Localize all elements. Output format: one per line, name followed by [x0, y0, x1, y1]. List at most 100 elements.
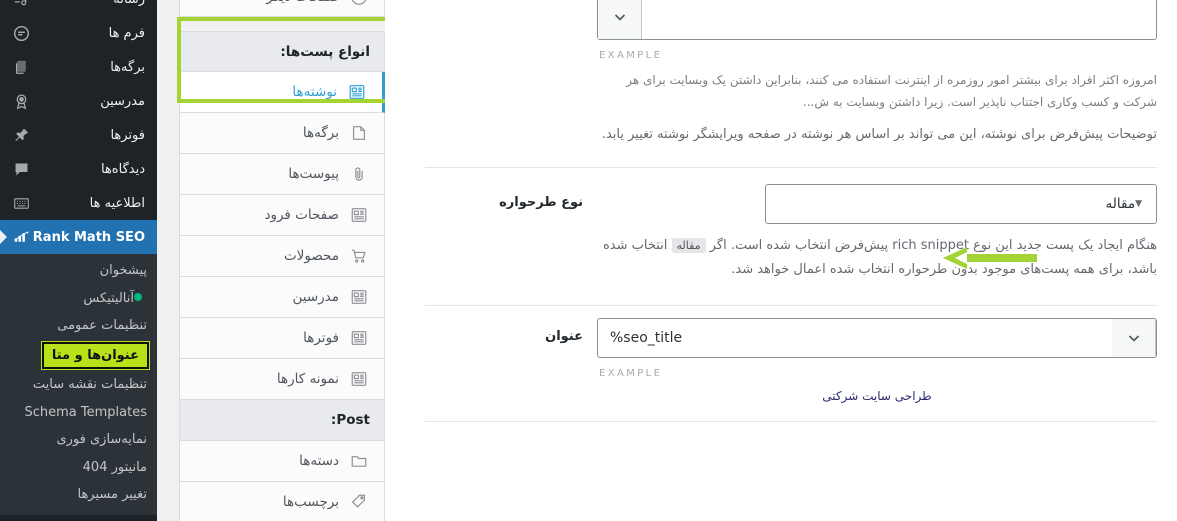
submenu-item-general-settings[interactable]: تنظیمات عمومی [0, 312, 157, 340]
submenu-row: آنالیتیکس [0, 285, 157, 313]
tab-landing-pages[interactable]: صفحات فرود [179, 195, 385, 236]
seo-title-input[interactable]: %seo_title [597, 317, 1157, 358]
example-description-text: امروزه اکثر افراد برای بیشتر امور روزمره… [626, 73, 1157, 110]
schema-type-help: هنگام ایجاد یک پست جدید این نوع rich sni… [597, 224, 1157, 282]
submenu-item-instant-indexing[interactable]: نمایه‌سازی فوری [0, 426, 157, 454]
settings-main-panel: توضیحات نوشته %excerpt% EXAMPLE امروزه ا… [385, 0, 1177, 521]
divider [425, 420, 1157, 422]
rankmath-icon [10, 227, 32, 247]
sidebar-item-label: برگه‌ها [110, 59, 145, 75]
example-label: EXAMPLE [599, 50, 663, 61]
tab-group-post-taxonomies: Post: [179, 400, 385, 441]
attachment-icon [348, 163, 370, 185]
tab-instructors[interactable]: مدرسین [179, 277, 385, 318]
tab-label: برچسب‌ها [282, 494, 339, 510]
settings-tab-list: صفحات دیگر انواع پست‌ها: نوشته‌ها برگه‌ه… [177, 0, 385, 521]
rank-math-titles-meta-screen: رسانه فرم ها برگه‌ها مدرسین فوترها [0, 0, 1177, 521]
variable-dropdown-button[interactable] [1112, 318, 1156, 357]
example-title-link: طراحی سایت شرکتی [822, 388, 932, 403]
seo-title-value: %seo_title [610, 329, 683, 346]
sidebar-item-instructors[interactable]: مدرسین [0, 84, 157, 118]
wp-admin-sidebar: رسانه فرم ها برگه‌ها مدرسین فوترها [0, 0, 157, 521]
cart-icon [348, 245, 370, 267]
variable-dropdown-button[interactable] [598, 0, 642, 39]
award-icon [10, 91, 32, 111]
field-schema-type: نوع طرحواره مقاله ▼ هنگام ایجاد یک پست ج… [425, 184, 1157, 282]
sidebar-item-label: دیدگاه‌ها [100, 161, 145, 177]
field-title: عنوان %seo_title EXAMPLE طراحی سایت شرکت… [425, 317, 1157, 403]
tab-label: پیوست‌ها [288, 166, 339, 182]
tab-label: صفحات دیگر [190, 0, 339, 5]
sidebar-item-label: فرم ها [108, 25, 145, 41]
tab-attachments[interactable]: پیوست‌ها [179, 154, 385, 195]
tab-group-post-types: انواع پست‌ها: [179, 31, 385, 72]
tab-tags[interactable]: برچسب‌ها [179, 482, 385, 521]
schema-type-value: مقاله [1105, 196, 1136, 213]
submenu-item-titles-and-meta[interactable]: عنوان‌ها و متا [41, 341, 149, 370]
submenu-row: نمایه‌سازی فوری [0, 426, 157, 454]
post-description-textarea[interactable]: %excerpt% [597, 0, 1157, 40]
grid-icon [10, 193, 32, 213]
tab-label: برگه‌ها [302, 125, 339, 141]
pin-icon [10, 125, 32, 145]
tab-label: محصولات [283, 248, 339, 264]
forms-icon [10, 23, 32, 43]
submenu-row: تغییر مسیرها [0, 481, 157, 509]
submenu-row: مانیتور 404 [0, 454, 157, 482]
example-label: EXAMPLE [599, 367, 663, 379]
analytics-status-dot [134, 292, 142, 301]
tab-posts[interactable]: نوشته‌ها [179, 72, 385, 113]
sidebar-item-label: رسانه [32, 0, 149, 6]
settings-tab-column: صفحات دیگر انواع پست‌ها: نوشته‌ها برگه‌ه… [157, 0, 385, 521]
pages-icon [10, 57, 32, 77]
submenu-row: پیشخوان [0, 257, 157, 285]
page-icon [348, 122, 370, 144]
tab-label: دسته‌ها [299, 453, 339, 469]
tab-categories[interactable]: دسته‌ها [179, 441, 385, 482]
submenu-item-schema-templates[interactable]: Schema Templates [0, 399, 157, 427]
submenu-item-dashboard[interactable]: پیشخوان [0, 257, 157, 285]
sidebar-item-footers[interactable]: فوترها [0, 118, 157, 152]
schema-type-select[interactable]: مقاله ▼ [765, 184, 1157, 225]
sidebar-item-label: فوترها [110, 127, 145, 143]
media-icon [10, 0, 32, 9]
tab-other-pages[interactable]: صفحات دیگر [179, 0, 385, 17]
post-icon [346, 81, 368, 103]
doc-icon [348, 368, 370, 390]
tab-label: مدرسین [292, 289, 340, 305]
tab-footers[interactable]: فوترها [179, 318, 385, 359]
submenu-row: تنظیمات نقشه سایت [0, 371, 157, 399]
landing-icon [348, 204, 370, 226]
folder-icon [348, 450, 370, 472]
tag-icon [348, 491, 370, 513]
sidebar-item-rank-math-seo[interactable]: Rank Math SEO [0, 220, 157, 254]
comment-icon [10, 159, 32, 179]
divider [425, 304, 1157, 306]
tab-label: فوترها [303, 330, 339, 346]
tab-pages[interactable]: برگه‌ها [179, 113, 385, 154]
help-prefix: هنگام ایجاد یک پست جدید این نوع rich sni… [709, 238, 1157, 254]
field-body: مقاله ▼ هنگام ایجاد یک پست جدید این نوع … [597, 184, 1157, 282]
submenu-row: عنوان‌ها و متا [0, 340, 157, 372]
sidebar-item-comments[interactable]: دیدگاه‌ها [0, 152, 157, 186]
chevron-down-icon [1128, 334, 1139, 342]
submenu-item-redirections[interactable]: تغییر مسیرها [0, 481, 157, 509]
sidebar-item-media[interactable]: رسانه [0, 0, 157, 16]
submenu-item-sitemap-settings[interactable]: تنظیمات نقشه سایت [0, 371, 157, 399]
sidebar-item-label: مدرسین [100, 93, 145, 109]
submenu-item-analytics[interactable]: آنالیتیکس [0, 285, 157, 313]
sidebar-item-forms[interactable]: فرم ها [0, 16, 157, 50]
submenu-item-404-monitor[interactable]: مانیتور 404 [0, 454, 157, 482]
rank-math-submenu: پیشخوان آنالیتیکس تنظیمات عمومی عنوان‌ها… [0, 254, 157, 515]
tab-portfolio[interactable]: نمونه کارها [179, 359, 385, 400]
tab-products[interactable]: محصولات [179, 236, 385, 277]
submenu-row: تنظیمات عمومی [0, 312, 157, 340]
chevron-down-icon [610, 7, 630, 31]
field-body: %excerpt% EXAMPLE امروزه اکثر افراد برای… [597, 0, 1157, 147]
sidebar-item-pages[interactable]: برگه‌ها [0, 50, 157, 84]
tab-label: صفحات فرود [264, 207, 339, 223]
field-label: عنوان [545, 328, 583, 344]
doc-icon [348, 286, 370, 308]
tab-group-label: Post: [330, 412, 370, 428]
sidebar-item-announcements[interactable]: اطلاعیه ها [0, 186, 157, 220]
